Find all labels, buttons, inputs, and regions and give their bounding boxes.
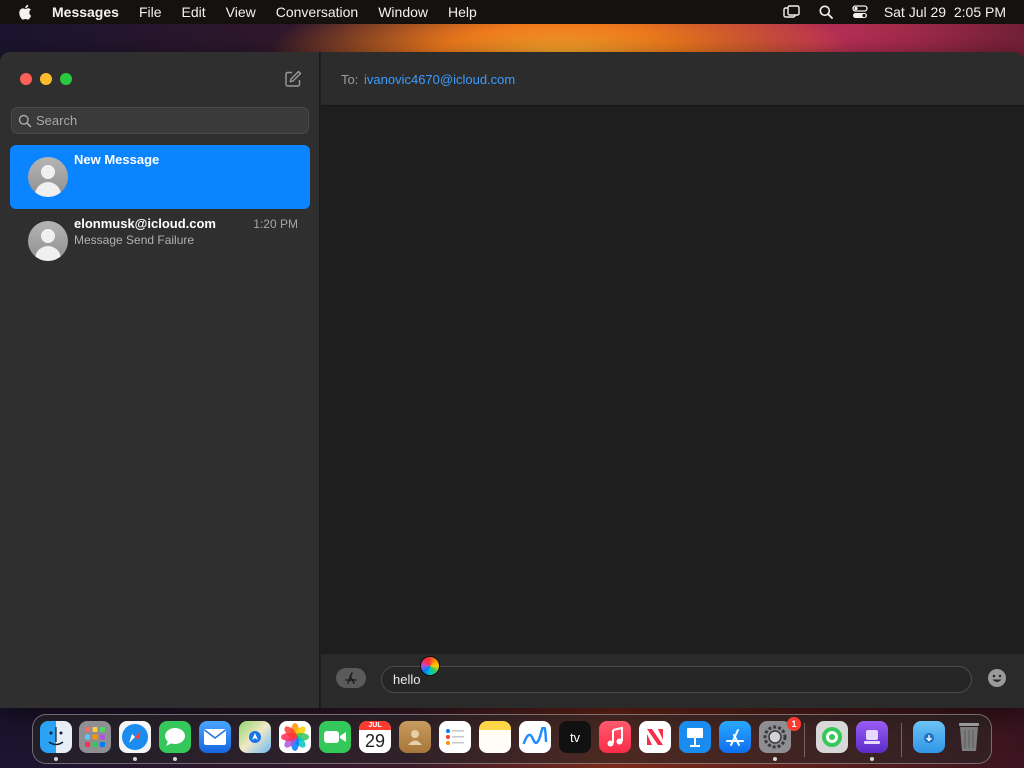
app-store-icon[interactable] [719, 721, 751, 753]
photos-icon[interactable] [279, 721, 311, 753]
conversation-time: 1:20 PM [253, 217, 298, 231]
window-minimize-button[interactable] [40, 73, 52, 85]
control-center-icon[interactable] [850, 2, 870, 22]
avatar [28, 221, 68, 261]
trash-icon[interactable] [953, 721, 985, 753]
safari-running-indicator [133, 757, 137, 761]
conversation-item-new-message[interactable]: New Message [10, 145, 310, 209]
calendar-day: 29 [364, 731, 386, 751]
calendar-icon[interactable]: JUL 29 [359, 721, 391, 753]
calendar-month: JUL [359, 721, 391, 730]
message-transcript [321, 107, 1024, 653]
menu-file[interactable]: File [129, 0, 172, 24]
mail-icon[interactable] [199, 721, 231, 753]
recipient-bar: To: ivanovic4670@icloud.com [321, 52, 1024, 106]
color-wheel-cursor-icon [420, 656, 440, 676]
messages-window: New Message elonmusk@icloud.com Message … [0, 52, 1024, 708]
maps-icon[interactable] [239, 721, 271, 753]
dock: JUL 29 tv 1 [32, 714, 992, 764]
spotlight-search-icon[interactable] [816, 2, 836, 22]
keynote-icon[interactable] [679, 721, 711, 753]
dock-separator [804, 723, 805, 757]
tv-label: tv [569, 729, 581, 745]
finder-icon[interactable] [40, 721, 72, 753]
apple-tv-icon[interactable]: tv [559, 721, 591, 753]
contacts-icon[interactable] [399, 721, 431, 753]
window-zoom-button[interactable] [60, 73, 72, 85]
conversation-name: New Message [74, 152, 160, 167]
finder-running-indicator [54, 757, 58, 761]
search-input[interactable] [36, 113, 296, 128]
menu-conversation[interactable]: Conversation [266, 0, 369, 24]
emoji-icon[interactable] [987, 668, 1007, 688]
sidebar: New Message elonmusk@icloud.com Message … [0, 52, 320, 708]
menu-window[interactable]: Window [368, 0, 438, 24]
screen-mirroring-icon[interactable] [782, 2, 802, 22]
freeform-icon[interactable] [519, 721, 551, 753]
safari-icon[interactable] [119, 721, 151, 753]
menu-view[interactable]: View [216, 0, 266, 24]
system-settings-icon[interactable] [759, 721, 791, 753]
menu-edit[interactable]: Edit [172, 0, 216, 24]
conversation-preview: Message Send Failure [74, 233, 195, 247]
notes-icon[interactable] [479, 721, 511, 753]
messages-running-indicator [173, 757, 177, 761]
recipient-token[interactable]: ivanovic4670@icloud.com [364, 72, 515, 87]
dock-separator [901, 723, 902, 757]
find-my-icon[interactable] [816, 721, 848, 753]
search-icon [18, 114, 32, 128]
creator-running-indicator [870, 757, 874, 761]
compose-bar: hello [321, 654, 1024, 708]
creator-app-icon[interactable] [856, 721, 888, 753]
menu-bar: Messages File Edit View Conversation Win… [0, 0, 1024, 24]
compose-button[interactable] [282, 68, 304, 90]
apple-menu-icon[interactable] [14, 4, 36, 20]
message-input[interactable]: hello [381, 666, 972, 693]
app-store-apps-button[interactable] [336, 668, 366, 688]
conversation-item-elonmusk[interactable]: elonmusk@icloud.com Message Send Failure… [10, 209, 310, 273]
messages-icon[interactable] [159, 721, 191, 753]
settings-badge: 1 [787, 717, 801, 731]
avatar [28, 157, 68, 197]
to-label: To: [341, 72, 359, 87]
facetime-icon[interactable] [319, 721, 351, 753]
window-close-button[interactable] [20, 73, 32, 85]
conversation-pane: To: ivanovic4670@icloud.com hello [321, 52, 1024, 708]
menu-clock[interactable]: Sat Jul 29 2:05 PM [884, 4, 1006, 20]
settings-running-indicator [773, 757, 777, 761]
news-icon[interactable] [639, 721, 671, 753]
menu-help[interactable]: Help [438, 0, 487, 24]
music-icon[interactable] [599, 721, 631, 753]
menu-app-name[interactable]: Messages [42, 0, 129, 24]
search-field[interactable] [11, 107, 309, 134]
launchpad-icon[interactable] [79, 721, 111, 753]
conversation-name: elonmusk@icloud.com [74, 216, 216, 231]
downloads-folder-icon[interactable] [913, 721, 945, 753]
reminders-icon[interactable] [439, 721, 471, 753]
